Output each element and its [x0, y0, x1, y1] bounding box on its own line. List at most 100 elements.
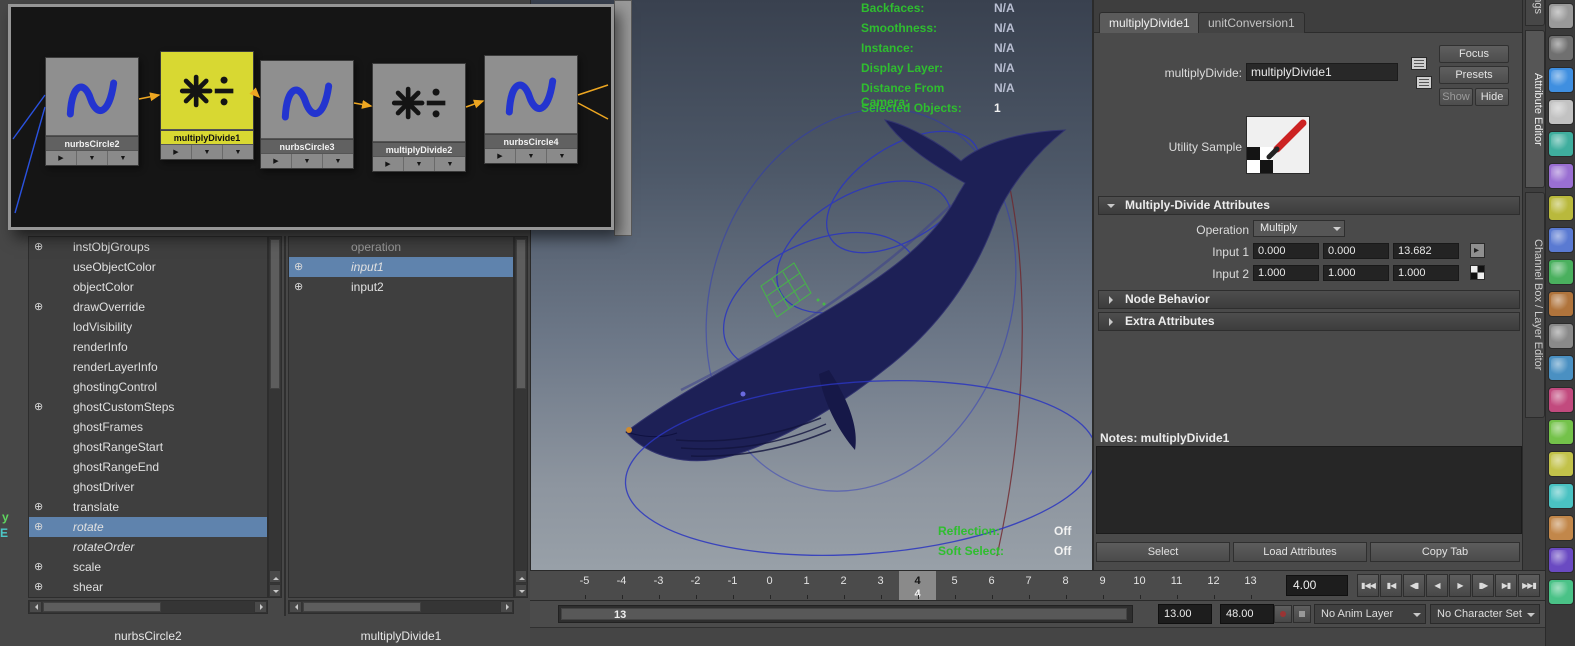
step-forward-frame-button[interactable]: ▮▶: [1472, 574, 1494, 597]
play-forwards-button[interactable]: ▶: [1449, 574, 1471, 597]
hypergraph-node[interactable]: nurbsCircle2: [45, 57, 139, 166]
shelf-icon[interactable]: [1547, 195, 1574, 221]
attribute-list-item[interactable]: ghostingControl: [29, 377, 267, 397]
scroll-down-icon[interactable]: [269, 584, 281, 597]
time-slider[interactable]: -5 -5 -4 -4 -3 -3 -2 -2: [530, 570, 1545, 601]
expand-right-icon[interactable]: [46, 151, 77, 165]
input1-z-field[interactable]: 13.682: [1393, 243, 1459, 259]
tab-attribute-editor[interactable]: Attribute Editor: [1525, 30, 1545, 188]
input2-x-field[interactable]: 1.000: [1253, 265, 1319, 281]
timeline-frame[interactable]: 10 10: [1121, 571, 1158, 600]
timeline-frame[interactable]: 3 3: [862, 571, 899, 600]
attribute-list-item[interactable]: ghostRangeEnd: [29, 457, 267, 477]
timeline-frame[interactable]: 12 12: [1195, 571, 1232, 600]
select-button[interactable]: Select: [1096, 542, 1230, 562]
utility-sample-swatch[interactable]: [1246, 116, 1310, 174]
right-vertical-scrollbar[interactable]: [514, 236, 528, 598]
expand-down-icon[interactable]: [108, 151, 138, 165]
attribute-list-item[interactable]: ghostFrames: [29, 417, 267, 437]
timeline-frame[interactable]: 5 5: [936, 571, 973, 600]
shelf-icon[interactable]: [1547, 67, 1574, 93]
character-set-dropdown[interactable]: No Character Set: [1430, 604, 1540, 624]
hypergraph-window[interactable]: nurbsCircle2 ▶ ▼ ▼ multiplyDivide1 ▶ ▼ ▼…: [8, 4, 614, 230]
expand-down-icon[interactable]: [323, 154, 353, 168]
left-vertical-scrollbar[interactable]: [268, 236, 282, 598]
hypergraph-node[interactable]: nurbsCircle3: [260, 60, 354, 169]
load-attributes-button[interactable]: Load Attributes: [1233, 542, 1367, 562]
step-back-key-button[interactable]: ▮◀: [1380, 574, 1402, 597]
shelf-icon[interactable]: [1547, 35, 1574, 61]
timeline-frame[interactable]: 0 0: [751, 571, 788, 600]
timeline-frame[interactable]: 7 7: [1010, 571, 1047, 600]
node-expand-controls[interactable]: [373, 156, 465, 171]
copy-tab-button[interactable]: Copy Tab: [1370, 542, 1520, 562]
list-input-connections-icon[interactable]: [1411, 57, 1427, 70]
node-icon-tile[interactable]: [373, 64, 465, 142]
hypergraph-node[interactable]: nurbsCircle4: [484, 55, 578, 164]
expand-right-icon[interactable]: [373, 157, 404, 171]
expand-down-icon[interactable]: [435, 157, 465, 171]
attribute-list-item[interactable]: input1: [289, 257, 513, 277]
node-icon-tile[interactable]: [485, 56, 577, 134]
range-slider-track[interactable]: 13: [558, 605, 1133, 623]
section-extra-attributes[interactable]: Extra Attributes: [1098, 312, 1520, 331]
shelf-icon[interactable]: [1547, 99, 1574, 125]
timeline-frame[interactable]: 2 2: [825, 571, 862, 600]
input2-z-field[interactable]: 1.000: [1393, 265, 1459, 281]
range-slider-bar[interactable]: 13: [561, 608, 1127, 621]
go-to-start-button[interactable]: ▮◀◀: [1357, 574, 1379, 597]
timeline-ticks[interactable]: -5 -5 -4 -4 -3 -3 -2 -2: [566, 571, 1269, 600]
attribute-list-item[interactable]: instObjGroups: [29, 237, 267, 257]
expand-plus-icon[interactable]: [34, 501, 47, 514]
node-icon-tile[interactable]: [46, 58, 138, 136]
list-output-connections-icon[interactable]: [1416, 76, 1432, 89]
expand-plus-icon[interactable]: [34, 561, 47, 574]
timeline-frame[interactable]: 6 6: [973, 571, 1010, 600]
tab-tool-settings[interactable]: Tool Settings: [1525, 0, 1545, 26]
shelf-icon[interactable]: [1547, 259, 1574, 285]
shelf-icon[interactable]: [1547, 131, 1574, 157]
attribute-list-item[interactable]: rotateOrder: [29, 537, 267, 557]
hide-button[interactable]: Hide: [1475, 88, 1509, 106]
expand-right-icon[interactable]: [261, 154, 292, 168]
scroll-right-icon[interactable]: [254, 601, 267, 613]
shelf-icon[interactable]: [1547, 515, 1574, 541]
left-horizontal-scrollbar[interactable]: [28, 600, 268, 614]
input1-y-field[interactable]: 0.000: [1323, 243, 1389, 259]
step-forward-key-button[interactable]: ▶▮: [1495, 574, 1517, 597]
timeline-frame[interactable]: -3 -3: [640, 571, 677, 600]
shelf-icon[interactable]: [1547, 387, 1574, 413]
node-icon-tile[interactable]: [161, 52, 253, 130]
step-back-frame-button[interactable]: ◀▮: [1403, 574, 1425, 597]
node-icon-tile[interactable]: [261, 61, 353, 139]
scroll-down-icon[interactable]: [515, 584, 527, 597]
timeline-frame[interactable]: -5 -5: [566, 571, 603, 600]
shelf-icon[interactable]: [1547, 323, 1574, 349]
expand-plus-icon[interactable]: [34, 401, 47, 414]
expand-down-icon[interactable]: [292, 154, 323, 168]
hypergraph-node[interactable]: multiplyDivide2: [372, 63, 466, 172]
attribute-list-item[interactable]: ghostRangeStart: [29, 437, 267, 457]
section-multiply-divide-attributes[interactable]: Multiply-Divide Attributes: [1098, 196, 1520, 215]
scroll-up-icon[interactable]: [269, 570, 281, 583]
expand-down-icon[interactable]: [77, 151, 108, 165]
animation-preferences-icon[interactable]: [1293, 605, 1311, 623]
expand-plus-icon[interactable]: [34, 581, 47, 594]
connection-editor-inputs-list[interactable]: operation input1 input2: [288, 236, 514, 598]
expand-plus-icon[interactable]: [34, 301, 47, 314]
node-expand-controls[interactable]: [46, 150, 138, 165]
expand-down-icon[interactable]: [547, 149, 577, 163]
attribute-list-item[interactable]: useObjectColor: [29, 257, 267, 277]
input1-x-field[interactable]: 0.000: [1253, 243, 1319, 259]
show-button[interactable]: Show: [1439, 88, 1473, 106]
playback-end-field[interactable]: 48.00: [1220, 604, 1274, 624]
timeline-frame[interactable]: -1 -1: [714, 571, 751, 600]
shelf-icon[interactable]: [1547, 291, 1574, 317]
input1-connection-icon[interactable]: [1470, 243, 1485, 258]
input2-y-field[interactable]: 1.000: [1323, 265, 1389, 281]
auto-keyframe-icon[interactable]: [1274, 605, 1292, 623]
node-expand-controls[interactable]: [485, 148, 577, 163]
attribute-list-item[interactable]: ghostCustomSteps: [29, 397, 267, 417]
scrollbar-thumb[interactable]: [270, 239, 280, 389]
timeline-frame[interactable]: -4 -4: [603, 571, 640, 600]
